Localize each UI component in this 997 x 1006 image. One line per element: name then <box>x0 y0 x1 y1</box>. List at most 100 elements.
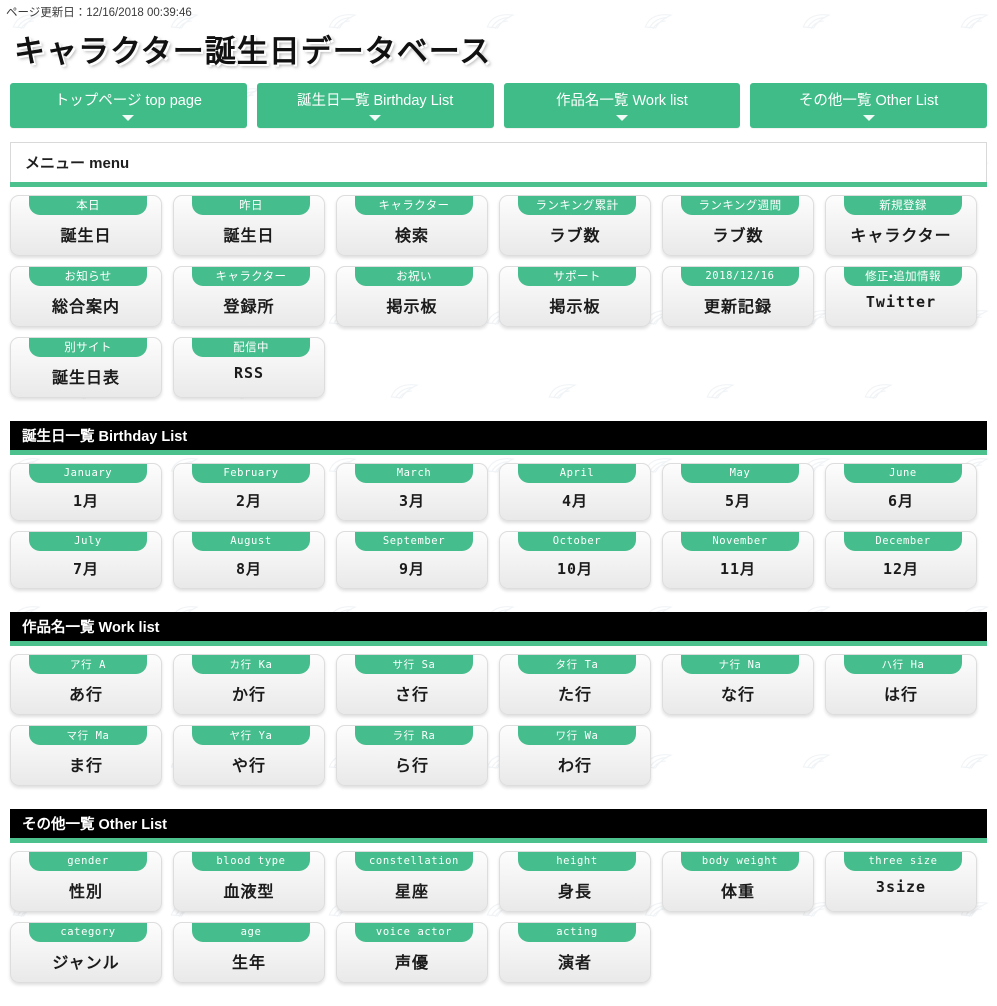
menu-card[interactable]: gender 性別 <box>10 850 162 912</box>
menu-card-title: 6月 <box>887 491 915 510</box>
menu-card[interactable]: age 生年 <box>173 921 325 983</box>
global-nav-item-label: その他一覧 Other List <box>798 93 939 109</box>
menu-card[interactable]: お祝い 掲示板 <box>336 265 488 327</box>
menu-card[interactable]: January 1月 <box>10 462 162 521</box>
menu-card[interactable]: お知らせ 総合案内 <box>10 265 162 327</box>
menu-card-tab-label: July <box>29 531 147 551</box>
menu-bar-wrap: メニュー menu <box>0 128 997 187</box>
menu-card-tab-label: gender <box>29 851 147 871</box>
menu-card[interactable]: height 身長 <box>499 850 651 912</box>
chevron-down-icon <box>615 114 628 121</box>
menu-card[interactable]: 新規登録 キャラクター <box>825 194 977 256</box>
menu-card[interactable]: blood type 血液型 <box>173 850 325 912</box>
menu-card[interactable]: acting 演者 <box>499 921 651 983</box>
menu-card[interactable]: カ行 Ka か行 <box>173 653 325 715</box>
menu-card-tab-label: ランキング累計 <box>518 195 636 215</box>
menu-card[interactable]: サポート 掲示板 <box>499 265 651 327</box>
menu-card[interactable]: キャラクター 検索 <box>336 194 488 256</box>
menu-card[interactable]: August 8月 <box>173 530 325 589</box>
menu-card-tab-label: acting <box>518 922 636 942</box>
menu-card[interactable]: November 11月 <box>662 530 814 589</box>
menu-card-title: RSS <box>233 363 265 382</box>
chevron-down-icon <box>122 114 135 121</box>
menu-card[interactable]: February 2月 <box>173 462 325 521</box>
menu-card[interactable]: June 6月 <box>825 462 977 521</box>
menu-card-tab-label: お祝い <box>355 266 473 286</box>
menu-card[interactable]: May 5月 <box>662 462 814 521</box>
menu-card-title: た行 <box>557 686 592 704</box>
menu-card[interactable]: constellation 星座 <box>336 850 488 912</box>
menu-card[interactable]: 昨日 誕生日 <box>173 194 325 256</box>
menu-card-tab-label: ワ行 Wa <box>518 725 636 745</box>
menu-card[interactable]: ア行 A あ行 <box>10 653 162 715</box>
menu-card[interactable]: three size 3size <box>825 850 977 912</box>
menu-card-tab-label: body weight <box>681 851 799 871</box>
menu-card[interactable]: ランキング累計 ラブ数 <box>499 194 651 256</box>
menu-card-title: あ行 <box>68 686 103 704</box>
global-navigation: トップページ top page 誕生日一覧 Birthday List 作品名一覧 … <box>0 71 997 128</box>
card-grid-birthday: January 1月 February 2月 March 3月 April 4月 May 5月 Ju… <box>0 455 997 599</box>
menu-card[interactable]: September 9月 <box>336 530 488 589</box>
menu-card-title: 2月 <box>235 491 263 510</box>
menu-card[interactable]: 別サイト 誕生日表 <box>10 336 162 398</box>
menu-card[interactable]: October 10月 <box>499 530 651 589</box>
global-nav-item-2[interactable]: 作品名一覧 Work list <box>503 83 741 128</box>
menu-card[interactable]: キャラクター 登録所 <box>173 265 325 327</box>
section-heading-label: 作品名一覧 Work list <box>22 619 160 636</box>
menu-card-title: 9月 <box>398 559 426 578</box>
section-heading-label: その他一覧 Other List <box>22 816 168 833</box>
global-nav-item-label: 作品名一覧 Work list <box>555 93 688 109</box>
card-grid-menu: 本日 誕生日 昨日 誕生日 キャラクター 検索 ランキング累計 ラブ数 ランキング週間 ラブ数 新規… <box>0 187 997 408</box>
menu-card-title: 誕生日 <box>60 227 112 245</box>
page-updated-date: ページ更新日：12/16/2018 00:39:46 <box>6 7 192 19</box>
menu-card[interactable]: body weight 体重 <box>662 850 814 912</box>
menu-card[interactable]: 修正・追加情報 Twitter <box>825 265 977 327</box>
menu-card-title: は行 <box>883 686 918 704</box>
menu-card[interactable]: 本日 誕生日 <box>10 194 162 256</box>
menu-card[interactable]: ランキング週間 ラブ数 <box>662 194 814 256</box>
global-nav-item-3[interactable]: その他一覧 Other List <box>750 83 987 128</box>
menu-card[interactable]: voice actor 声優 <box>336 921 488 983</box>
menu-card-tab-label: October <box>518 531 636 551</box>
global-nav-item-1[interactable]: 誕生日一覧 Birthday List <box>256 83 494 128</box>
menu-card-tab-label: blood type <box>192 851 310 871</box>
menu-card-tab-label: February <box>192 463 310 483</box>
menu-card[interactable]: ハ行 Ha は行 <box>825 653 977 715</box>
menu-card[interactable]: July 7月 <box>10 530 162 589</box>
menu-card[interactable]: 2018/12/16 更新記録 <box>662 265 814 327</box>
menu-card-title: ジャンル <box>52 954 120 972</box>
menu-card-tab-label: ヤ行 Ya <box>192 725 310 745</box>
menu-card[interactable]: 配信中 RSS <box>173 336 325 398</box>
menu-card[interactable]: マ行 Ma ま行 <box>10 724 162 786</box>
menu-card[interactable]: ワ行 Wa わ行 <box>499 724 651 786</box>
site-title: キャラクター誕生日データベース <box>14 34 492 70</box>
menu-bar-title: メニュー menu <box>25 154 130 172</box>
menu-card-title: ら行 <box>394 757 429 775</box>
menu-card-tab-label: 新規登録 <box>844 195 962 215</box>
menu-card-title: 更新記録 <box>703 298 772 316</box>
menu-card[interactable]: March 3月 <box>336 462 488 521</box>
menu-card-title: 3size <box>875 877 927 896</box>
menu-card-title: 星座 <box>394 883 429 901</box>
menu-card[interactable]: ヤ行 Ya や行 <box>173 724 325 786</box>
menu-card-tab-label: three size <box>844 851 962 871</box>
menu-card[interactable]: category ジャンル <box>10 921 162 983</box>
menu-card-title: 性別 <box>68 883 103 901</box>
menu-card-tab-label: May <box>681 463 799 483</box>
menu-card-tab-label: カ行 Ka <box>192 654 310 674</box>
menu-card-title: さ行 <box>394 686 429 704</box>
card-grid-worklist: ア行 A あ行 カ行 Ka か行 サ行 Sa さ行 タ行 Ta た行 ナ行 Na な行 ハ行 Ha は… <box>0 646 997 796</box>
menu-card[interactable]: ラ行 Ra ら行 <box>336 724 488 786</box>
menu-card[interactable]: タ行 Ta た行 <box>499 653 651 715</box>
global-nav-item-0[interactable]: トップページ top page <box>10 83 247 128</box>
menu-card-tab-label: キャラクター <box>355 195 473 215</box>
menu-card[interactable]: サ行 Sa さ行 <box>336 653 488 715</box>
menu-card[interactable]: December 12月 <box>825 530 977 589</box>
menu-card[interactable]: April 4月 <box>499 462 651 521</box>
menu-card-tab-label: 別サイト <box>29 337 147 357</box>
menu-card-title: 総合案内 <box>51 298 120 316</box>
menu-card[interactable]: ナ行 Na な行 <box>662 653 814 715</box>
menu-card-tab-label: September <box>355 531 473 551</box>
menu-card-tab-label: height <box>518 851 636 871</box>
